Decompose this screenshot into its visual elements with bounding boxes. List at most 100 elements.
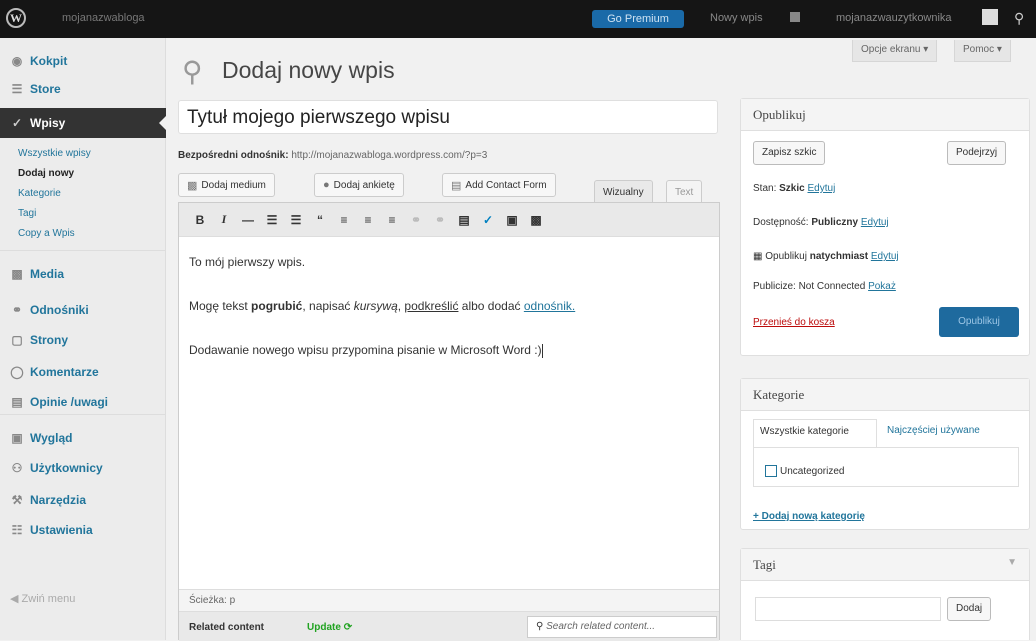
settings-icon: ☷: [11, 523, 23, 537]
categories-box: Kategorie Wszystkie kategorie Najczęście…: [740, 378, 1030, 530]
bold-icon[interactable]: B: [193, 213, 207, 227]
add-category-link[interactable]: + Dodaj nową kategorię: [753, 511, 865, 522]
site-name-link[interactable]: mojanazwabloga: [62, 12, 145, 24]
admin-sidebar: ◉ Kokpit ☰ Store ✓ Wpisy Wszystkie wpisy Do…: [0, 38, 167, 640]
related-content-bar: Related content Update ⟳ ⚲ Search relate…: [179, 611, 719, 641]
dashboard-icon: ◉: [11, 54, 23, 68]
preview-button[interactable]: Podejrzyj: [947, 141, 1007, 165]
bullet-list-icon[interactable]: ☰: [265, 213, 279, 227]
link-icon: ⚭: [11, 303, 23, 317]
permalink: Bezpośredni odnośnik: http://mojanazwabl…: [178, 150, 488, 161]
tab-all-categories[interactable]: Wszystkie kategorie: [753, 419, 877, 447]
more-tag-icon[interactable]: ▤: [457, 213, 471, 227]
help-button[interactable]: Pomoc ▾: [954, 40, 1011, 62]
submenu-all-posts[interactable]: Wszystkie wpisy: [18, 148, 91, 159]
schedule-line: ▦ Opublikuj natychmiast Edytuj: [753, 251, 899, 262]
publish-box: Opublikuj Zapisz szkic Podejrzyj Stan: S…: [740, 98, 1030, 356]
sidebar-item-comments[interactable]: ◯ Komentarze: [0, 357, 166, 387]
media-icon: ▩: [11, 267, 23, 281]
user-name-link[interactable]: mojanazwauzytkownika: [836, 12, 952, 24]
post-editor[interactable]: B I — ☰ ☰ “ ≡ ≡ ≡ ⚭ ⚭ ▤ ✓ ▣ ▩ To mój pie…: [178, 202, 720, 641]
tab-visual[interactable]: Wizualny: [594, 180, 653, 204]
paragraph: To mój pierwszy wpis.: [189, 255, 306, 269]
sidebar-item-tools[interactable]: ⚒ Narzędzia: [0, 485, 166, 515]
page-icon: ▢: [11, 333, 23, 347]
edit-status-link[interactable]: Edytuj: [808, 183, 836, 194]
fullscreen-icon[interactable]: ▣: [505, 213, 519, 227]
unlink-icon[interactable]: ⚭: [433, 213, 447, 227]
submenu-categories[interactable]: Kategorie: [18, 188, 61, 199]
editor-path: Ścieżka: p: [179, 589, 719, 611]
spellcheck-icon[interactable]: ✓: [481, 213, 495, 227]
publicize-line: Publicize: Not Connected Pokaż: [753, 281, 896, 292]
tab-text[interactable]: Text: [666, 180, 703, 204]
sidebar-item-users[interactable]: ⚇ Użytkownicy: [0, 453, 166, 483]
avatar[interactable]: [982, 9, 998, 25]
tab-most-used[interactable]: Najczęściej używane: [887, 425, 980, 436]
editor-content[interactable]: To mój pierwszy wpis. Mogę tekst pogrubi…: [189, 255, 575, 388]
search-icon: ⚲: [536, 621, 544, 632]
submenu-add-new[interactable]: Dodaj nowy: [18, 168, 74, 179]
admin-bar: W mojanazwabloga Go Premium Nowy wpis mo…: [0, 0, 1036, 38]
new-post-link[interactable]: Nowy wpis: [710, 12, 763, 24]
related-search-input[interactable]: ⚲ Search related content...: [527, 616, 717, 638]
publish-box-title: Opublikuj: [741, 99, 1029, 131]
tags-box: Tagi ▼ Dodaj: [740, 548, 1030, 640]
appearance-icon: ▣: [11, 431, 23, 445]
search-icon[interactable]: ⚲: [1014, 10, 1024, 27]
status-line: Stan: Szkic Edytuj: [753, 183, 836, 194]
update-button[interactable]: Update ⟳: [307, 622, 352, 633]
divider: [0, 414, 166, 415]
go-premium-button[interactable]: Go Premium: [592, 10, 684, 28]
sidebar-item-pages[interactable]: ▢ Strony: [0, 325, 166, 355]
align-right-icon[interactable]: ≡: [385, 213, 399, 227]
save-draft-button[interactable]: Zapisz szkic: [753, 141, 826, 165]
tag-input[interactable]: [755, 597, 941, 621]
content-link[interactable]: odnośnik.: [524, 299, 575, 313]
align-center-icon[interactable]: ≡: [361, 213, 375, 227]
add-media-button[interactable]: ▩ Dodaj medium: [178, 173, 275, 197]
add-poll-button[interactable]: ● Dodaj ankietę: [314, 173, 404, 197]
toggle-arrow-icon[interactable]: ▼: [1007, 557, 1017, 568]
numbered-list-icon[interactable]: ☰: [289, 213, 303, 227]
strikethrough-icon[interactable]: —: [241, 213, 255, 227]
move-to-trash-link[interactable]: Przenieś do kosza: [753, 317, 835, 328]
submenu-copy-post[interactable]: Copy a Wpis: [18, 228, 75, 239]
post-title-input[interactable]: Tytuł mojego pierwszego wpisu: [178, 100, 718, 134]
submenu-tags[interactable]: Tagi: [18, 208, 36, 219]
edit-schedule-link[interactable]: Edytuj: [871, 251, 899, 262]
sidebar-item-settings[interactable]: ☷ Ustawienia: [0, 515, 166, 545]
feedback-icon: ▤: [11, 395, 23, 409]
screen-options-button[interactable]: Opcje ekranu ▾: [852, 40, 938, 62]
comment-icon: ◯: [10, 365, 24, 379]
add-tag-button[interactable]: Dodaj: [947, 597, 992, 621]
paragraph: Dodawanie nowego wpisu przypomina pisani…: [189, 343, 543, 358]
sidebar-item-wpisy[interactable]: ✓ Wpisy: [0, 108, 167, 138]
permalink-url[interactable]: http://mojanazwabloga.wordpress.com/?p=3: [291, 150, 487, 161]
add-contact-form-button[interactable]: ▤ Add Contact Form: [442, 173, 556, 197]
kitchen-sink-icon[interactable]: ▩: [529, 213, 543, 227]
media-icon: ▩: [187, 179, 198, 192]
sidebar-item-kokpit[interactable]: ◉ Kokpit: [0, 46, 166, 76]
sidebar-item-store[interactable]: ☰ Store: [0, 74, 166, 104]
publish-button[interactable]: Opublikuj: [939, 307, 1019, 337]
align-left-icon[interactable]: ≡: [337, 213, 351, 227]
sidebar-item-media[interactable]: ▩ Media: [0, 259, 166, 289]
sidebar-item-links[interactable]: ⚭ Odnośniki: [0, 295, 166, 325]
users-icon: ⚇: [11, 461, 23, 475]
edit-visibility-link[interactable]: Edytuj: [861, 217, 889, 228]
category-checkbox[interactable]: Uncategorized: [765, 465, 844, 477]
collapse-menu-button[interactable]: ◀ Zwiń menu: [10, 592, 75, 605]
notifications-icon[interactable]: [790, 12, 800, 22]
pin-icon: ✓: [11, 116, 23, 130]
sidebar-item-appearance[interactable]: ▣ Wygląd: [0, 423, 166, 453]
blockquote-icon[interactable]: “: [313, 213, 327, 227]
editor-toolbar: B I — ☰ ☰ “ ≡ ≡ ≡ ⚭ ⚭ ▤ ✓ ▣ ▩: [179, 203, 719, 237]
wordpress-logo-icon[interactable]: W: [6, 8, 26, 28]
insert-link-icon[interactable]: ⚭: [409, 213, 423, 227]
divider: [0, 250, 166, 251]
italic-icon[interactable]: I: [217, 212, 231, 227]
sidebar-item-feedback[interactable]: ▤ Opinie /uwagi: [0, 387, 166, 417]
show-publicize-link[interactable]: Pokaż: [868, 281, 896, 292]
checkbox[interactable]: [765, 465, 777, 477]
